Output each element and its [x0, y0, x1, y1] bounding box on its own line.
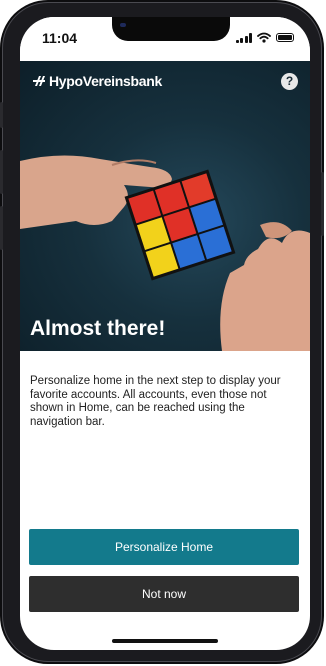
camera-notch: [112, 17, 230, 41]
brand-logo: HypoVereinsbank: [32, 73, 162, 89]
page-title: Almost there!: [30, 317, 166, 340]
volume-down-button: [0, 206, 3, 250]
description-text: Personalize home in the next step to dis…: [30, 375, 281, 428]
wifi-icon: [257, 32, 271, 43]
phone-frame: 11:04 HypoVereinsbank ? Almost there! Pe…: [0, 2, 324, 662]
status-icons: [235, 32, 294, 43]
personalize-home-button[interactable]: Personalize Home: [29, 529, 299, 565]
status-bar: 11:04: [20, 17, 310, 61]
rubiks-cube-hands-image: [20, 155, 310, 351]
status-time: 11:04: [42, 30, 78, 46]
not-now-button[interactable]: Not now: [29, 576, 299, 612]
power-button: [321, 172, 324, 236]
hero-banner: HypoVereinsbank ? Almost there!: [20, 61, 310, 351]
hvb-logo-icon: [33, 76, 45, 86]
help-icon[interactable]: ?: [281, 73, 298, 90]
mute-switch: [0, 102, 3, 128]
brand-name: HypoVereinsbank: [49, 73, 162, 89]
signal-icon: [235, 32, 252, 43]
battery-icon: [276, 33, 294, 42]
volume-up-button: [0, 150, 3, 194]
app-screen: 11:04 HypoVereinsbank ? Almost there! Pe…: [20, 17, 310, 650]
home-indicator[interactable]: [112, 639, 218, 643]
